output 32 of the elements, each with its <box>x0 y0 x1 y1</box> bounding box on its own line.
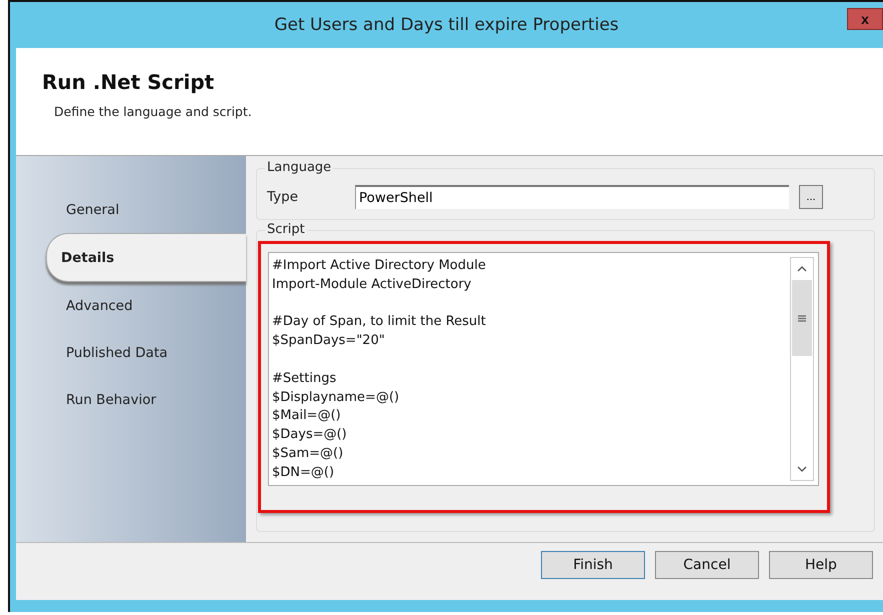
dialog-button[interactable]: Finish <box>541 550 645 578</box>
sidebar-tab[interactable]: Run Behavior <box>22 376 246 423</box>
window-title: Get Users and Days till expire Properties <box>274 15 619 35</box>
browse-button[interactable]: ... <box>799 185 823 209</box>
code-line: #Settings <box>272 370 336 386</box>
sidebar-tab[interactable]: Published Data <box>22 329 246 376</box>
code-line: #Import Active Directory Module <box>272 258 486 273</box>
sidebar-tab[interactable]: Details <box>46 233 246 282</box>
code-line: $Sam=@() <box>272 446 344 461</box>
code-line: $Days=@() <box>272 427 347 442</box>
code-line: #Day of Span, to limit the Result <box>272 314 486 330</box>
code-line: $Displayname=@() <box>272 390 400 405</box>
page-title: Run .Net Script <box>42 70 216 94</box>
sidebar-tab[interactable]: General <box>22 186 246 233</box>
type-field[interactable]: PowerShell <box>355 185 789 209</box>
code-line: $DN=@() <box>272 464 334 480</box>
code-line: Import-Module ActiveDirectory <box>272 276 472 292</box>
page-subtitle: Define the language and script. <box>54 104 253 119</box>
group-legend: Script <box>265 222 307 237</box>
scroll-thumb[interactable] <box>792 280 812 356</box>
code-line: $Mail=@() <box>272 408 341 424</box>
code-line: $SpanDays="20" <box>272 333 385 348</box>
type-label: Type <box>267 189 300 205</box>
sidebar-tab[interactable]: Advanced <box>22 282 246 329</box>
dialog-button[interactable]: Cancel <box>655 550 759 578</box>
scroll-down-icon[interactable] <box>797 466 807 472</box>
script-editor[interactable]: #Import Active Directory Module Import-Module ActiveDirectory #Day of Span, to limit the Result $SpanDays="20" #Settings $Displayname=@() $Mail=@() $Days=@() $Sam=@() $DN=@() <box>268 252 819 486</box>
scroll-up-icon[interactable] <box>797 266 807 272</box>
scrollbar[interactable] <box>790 257 814 481</box>
dialog-button[interactable]: Help <box>769 550 873 578</box>
close-button[interactable]: x <box>847 8 883 30</box>
group-legend: Language <box>265 160 334 175</box>
